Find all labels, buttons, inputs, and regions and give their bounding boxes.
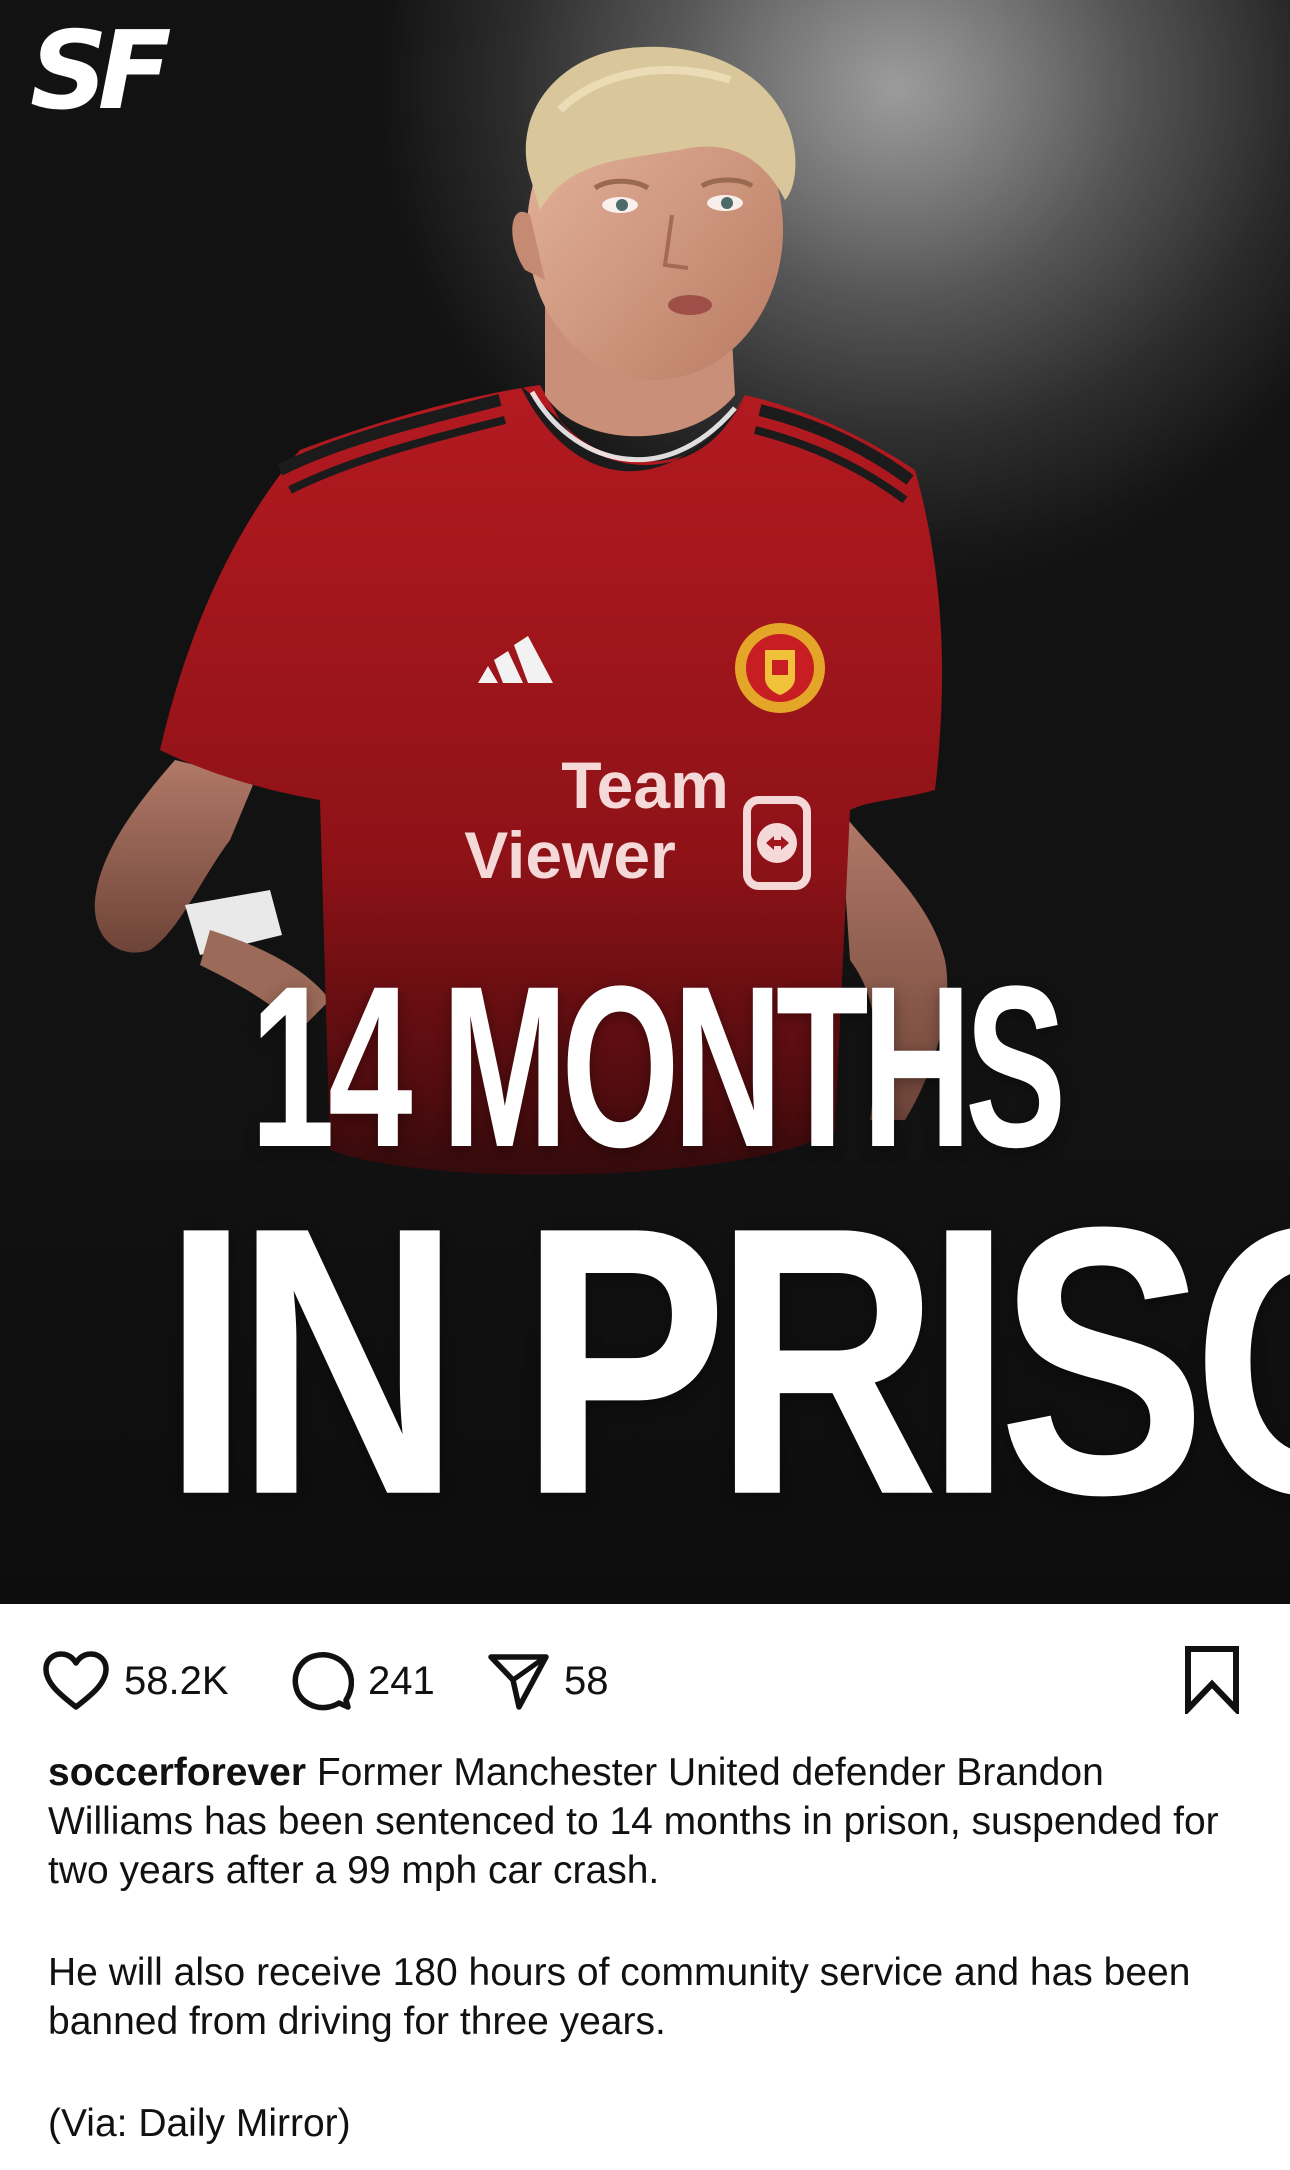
svg-text:Team: Team (561, 748, 729, 822)
instagram-post: Team Viewer SF 14 MONTHS IN PRIS 58.2K 2… (0, 0, 1290, 2170)
username-link[interactable]: soccerforever (48, 1751, 306, 1794)
comment-button[interactable]: 241 (290, 1646, 435, 1716)
headline-line-2: IN PRISON (162, 1147, 1290, 1574)
paper-plane-icon (488, 1654, 549, 1710)
share-count: 58 (564, 1658, 609, 1703)
soccerforever-logo: SF (30, 9, 172, 134)
caption-source: (Via: Daily Mirror) (48, 2102, 351, 2145)
post-action-bar: 58.2K 241 58 (0, 1604, 1290, 1754)
comment-bubble-icon (292, 1652, 354, 1711)
caption-paragraph-2: He will also receive 180 hours of commun… (48, 1951, 1191, 2043)
share-button[interactable]: 58 (486, 1646, 609, 1716)
heart-icon (43, 1651, 109, 1710)
post-image[interactable]: Team Viewer SF 14 MONTHS IN PRIS (0, 0, 1290, 1604)
post-caption: soccerforever Former Manchester United d… (48, 1748, 1248, 2170)
like-count: 58.2K (124, 1658, 229, 1703)
like-button[interactable]: 58.2K (42, 1646, 229, 1716)
comment-count: 241 (368, 1658, 435, 1703)
club-crest (735, 623, 825, 713)
svg-text:Viewer: Viewer (464, 818, 676, 892)
caption-paragraph-1: soccerforever Former Manchester United d… (48, 1748, 1248, 1895)
bookmark-icon (1185, 1646, 1239, 1714)
save-button[interactable] (1182, 1644, 1242, 1714)
